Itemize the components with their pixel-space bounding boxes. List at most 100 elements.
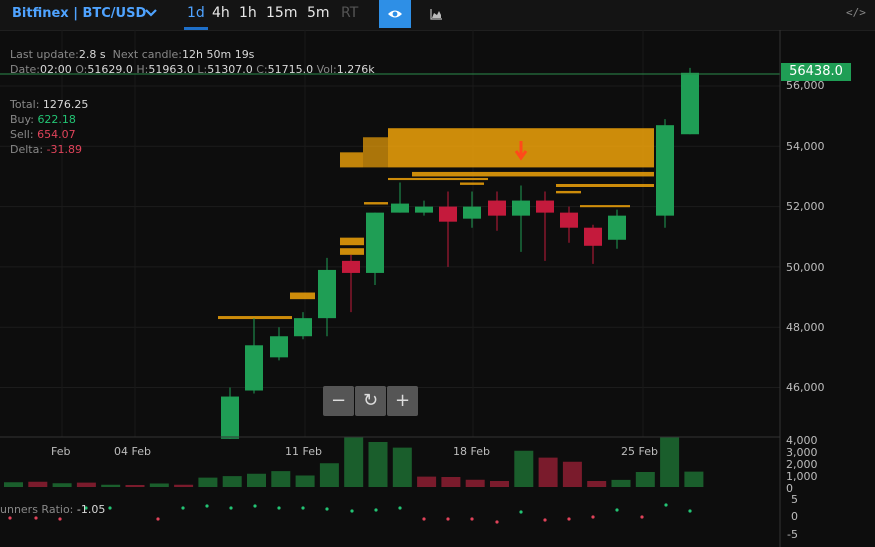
ratio-tick-label: 0: [791, 510, 798, 523]
volume-bar: [441, 477, 461, 487]
ratio-dot: [350, 509, 354, 513]
orderbook-level: [460, 182, 484, 185]
candle-body: [391, 203, 409, 213]
close-value: 51715.0: [267, 63, 314, 76]
next-candle-label: Next candle:: [112, 48, 183, 61]
open-label: O:: [75, 63, 88, 76]
orderbook-level: [290, 292, 315, 300]
sell-label: Sell:: [10, 128, 34, 141]
volume-bar: [417, 476, 437, 487]
ratio-dot: [34, 516, 38, 520]
candle-body: [681, 72, 699, 135]
timeframe-1h[interactable]: 1h: [239, 5, 257, 21]
candle-body: [608, 215, 626, 240]
x-tick-label: 11 Feb: [285, 445, 322, 458]
timeframe-rt[interactable]: RT: [341, 5, 358, 21]
delta-label: Delta:: [10, 143, 44, 156]
volume-bar: [76, 482, 96, 487]
next-candle-value: 12h 50m 19s: [182, 48, 255, 61]
toolbar: Bitfinex | BTC/USD 1d 4h 1h 15m 5m RT </…: [0, 0, 875, 31]
candle-body: [488, 200, 506, 216]
chart-type-button[interactable]: [424, 4, 448, 24]
zoom-out-button[interactable]: −: [323, 386, 354, 416]
total-value: 1276.25: [42, 98, 89, 111]
area-chart-icon: [430, 9, 442, 20]
volume-bar: [222, 476, 242, 487]
candle-body: [536, 200, 554, 213]
high-label: H:: [136, 63, 149, 76]
orderbook-level: [556, 183, 654, 188]
volume-bar: [52, 483, 72, 487]
price-chart[interactable]: [0, 30, 875, 547]
ratio-dot: [422, 517, 426, 521]
candle-body: [439, 206, 457, 222]
candle-body: [584, 227, 602, 246]
ratio-dot: [470, 517, 474, 521]
candle-body: [560, 212, 578, 228]
chevron-down-icon[interactable]: [145, 8, 157, 18]
reset-zoom-button[interactable]: ↻: [355, 386, 386, 416]
volume-bar: [344, 437, 364, 487]
volume-bar: [28, 481, 48, 487]
volume-bar: [684, 471, 704, 487]
total-stat: Total: 1276.25: [10, 98, 88, 111]
candle-body: [342, 260, 360, 273]
volume-bar: [198, 477, 218, 487]
ratio-dot: [398, 506, 402, 510]
ratio-dot: [325, 507, 329, 511]
volume-bar: [490, 481, 509, 487]
low-value: 51307.0: [207, 63, 253, 76]
zoom-in-button[interactable]: +: [387, 386, 418, 416]
timeframe-15m[interactable]: 15m: [266, 5, 297, 21]
ratio-dot: [664, 503, 668, 507]
candle-body: [294, 318, 312, 337]
open-value: 51629.0: [87, 63, 133, 76]
orderbook-level: [340, 237, 364, 246]
ratio-dot: [181, 506, 185, 510]
last-update-value: 2.8 s: [78, 48, 106, 61]
candle-body: [270, 336, 288, 358]
candle-body: [221, 396, 239, 439]
ratio-dot: [615, 508, 619, 512]
timeframe-5m[interactable]: 5m: [307, 5, 330, 21]
x-tick-label: 04 Feb: [114, 445, 151, 458]
candle-body: [318, 269, 336, 319]
eye-icon: [388, 10, 402, 18]
ratio-label: unners Ratio:: [0, 503, 74, 516]
ratio-dot: [8, 516, 12, 520]
volume-bar: [295, 475, 315, 487]
volume-bar: [101, 484, 121, 487]
timeframe-1d[interactable]: 1d: [187, 5, 205, 21]
x-tick-label: 25 Feb: [621, 445, 658, 458]
volume-bar: [271, 471, 291, 487]
visibility-toggle-button[interactable]: [379, 0, 411, 28]
candle-body: [656, 125, 674, 216]
y-tick-label: 54,000: [786, 140, 825, 153]
ratio-dot: [156, 517, 160, 521]
ratio-dot: [495, 520, 499, 524]
volume-bar: [562, 461, 582, 487]
x-tick-label: Feb: [51, 445, 71, 458]
orderbook-level: [340, 248, 364, 255]
volume-bar: [660, 437, 680, 487]
sell-stat: Sell: 654.07: [10, 128, 76, 141]
buy-label: Buy:: [10, 113, 34, 126]
y-tick-label: 50,000: [786, 261, 825, 274]
orderbook-level: [556, 190, 581, 194]
last-update-label: Last update:: [10, 48, 79, 61]
sell-value: 654.07: [37, 128, 76, 141]
symbol-selector[interactable]: Bitfinex | BTC/USD: [12, 6, 146, 21]
orderbook-level: [340, 152, 363, 168]
ratio-dot: [229, 506, 233, 510]
ratio-dot: [253, 504, 257, 508]
volume-bar: [149, 483, 169, 487]
buy-stat: Buy: 622.18: [10, 113, 76, 126]
timeframe-4h[interactable]: 4h: [212, 5, 230, 21]
delta-value: -31.89: [46, 143, 83, 156]
candle-body: [415, 206, 433, 213]
update-info: Last update:2.8 s Next candle:12h 50m 19…: [10, 48, 254, 61]
buy-value: 622.18: [37, 113, 76, 126]
embed-code-button[interactable]: </>: [846, 6, 866, 19]
volume-bar: [538, 457, 558, 487]
ratio-dot: [543, 518, 547, 522]
